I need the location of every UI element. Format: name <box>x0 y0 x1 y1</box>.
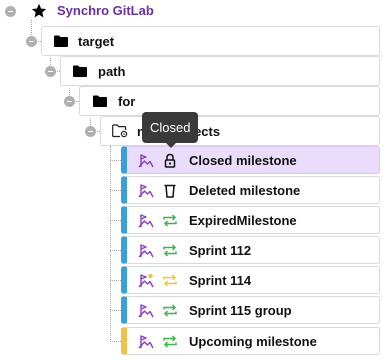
collapse-toggle-root[interactable] <box>5 6 16 17</box>
collapse-toggle-for[interactable] <box>64 96 75 107</box>
milestone-icon <box>138 214 154 228</box>
milestone-row-sprint-115-group[interactable]: Sprint 115 group <box>121 296 380 324</box>
sync-icon <box>163 335 177 348</box>
tree-node-label: target <box>78 34 115 49</box>
milestone-row-sprint-112[interactable]: Sprint 112 <box>121 236 380 264</box>
milestone-warning-icon <box>138 273 154 288</box>
tree-guide-line <box>110 341 121 342</box>
milestone-label: Sprint 115 group <box>189 303 292 318</box>
folder-icon <box>54 35 68 47</box>
milestone-row-upcoming[interactable]: Upcoming milestone <box>121 327 380 355</box>
folder-icon <box>73 65 87 77</box>
trash-icon <box>164 184 176 198</box>
root-label: Synchro GitLab <box>57 3 154 18</box>
tree-guide-line <box>110 280 121 281</box>
sync-icon <box>163 214 177 227</box>
collapse-toggle-new-projects[interactable] <box>85 126 96 137</box>
star-icon <box>31 3 47 18</box>
tree-guide-line <box>110 146 111 342</box>
tree-node-target[interactable]: target <box>41 26 380 56</box>
tooltip: Closed <box>142 112 199 143</box>
collapse-toggle-target[interactable] <box>26 36 37 47</box>
milestone-icon <box>138 335 154 349</box>
sync-icon <box>163 244 177 257</box>
tree-node-path[interactable]: path <box>60 56 380 86</box>
collapse-toggle-path[interactable] <box>45 66 56 77</box>
tree-node-label: path <box>98 64 126 79</box>
tree-node-label: for <box>118 94 136 109</box>
milestone-label: Closed milestone <box>189 153 297 168</box>
milestone-label: ExpiredMilestone <box>189 213 297 228</box>
tooltip-arrow <box>166 143 176 148</box>
tree-guide-line <box>110 160 121 161</box>
milestone-label: Sprint 114 <box>189 273 252 288</box>
milestone-icon <box>138 184 154 198</box>
milestone-label: Sprint 112 <box>189 243 252 258</box>
folder-settings-icon <box>112 124 128 138</box>
tree-guide-line <box>110 190 121 191</box>
tree-guide-line <box>110 250 121 251</box>
milestone-icon <box>138 154 154 168</box>
milestone-icon <box>138 304 154 318</box>
tree-node-for[interactable]: for <box>79 86 380 116</box>
folder-icon <box>93 95 107 107</box>
tree-guide-line <box>110 220 121 221</box>
milestone-row-expired[interactable]: ExpiredMilestone <box>121 206 380 234</box>
milestone-row-closed[interactable]: Closed milestone <box>121 146 380 174</box>
tree-guide-line <box>110 310 121 311</box>
milestone-row-sprint-114[interactable]: Sprint 114 <box>121 266 380 294</box>
milestone-row-deleted[interactable]: Deleted milestone <box>121 176 380 204</box>
sync-icon <box>163 304 177 317</box>
milestone-icon <box>138 244 154 258</box>
lock-icon <box>164 153 176 168</box>
milestone-label: Deleted milestone <box>189 183 301 198</box>
milestone-label: Upcoming milestone <box>189 334 317 349</box>
tree-root-node[interactable]: Synchro GitLab <box>28 0 188 22</box>
sync-warning-icon <box>163 274 177 287</box>
